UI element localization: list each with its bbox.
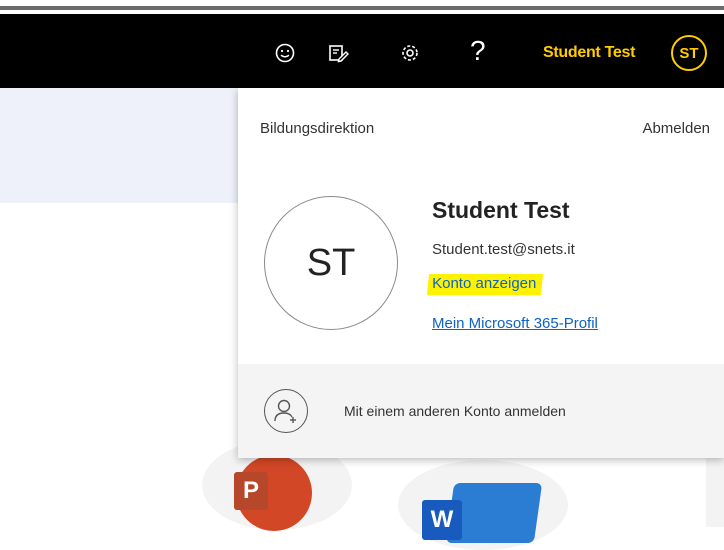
view-account-link[interactable]: Konto anzeigen xyxy=(426,274,544,295)
smiley-icon[interactable] xyxy=(270,38,300,68)
powerpoint-letter: P xyxy=(234,472,268,510)
gear-icon[interactable] xyxy=(395,38,425,68)
header-user-name[interactable]: Student Test xyxy=(543,44,635,62)
other-account-label: Mit einem anderen Konto anmelden xyxy=(344,403,566,419)
page-background-band xyxy=(0,88,240,203)
account-manager-panel: Bildungsdirektion Abmelden ST Student Te… xyxy=(238,88,724,458)
sign-out-link[interactable]: Abmelden xyxy=(642,120,710,137)
profile-email: Student.test@snets.it xyxy=(432,241,575,258)
window-top-edge xyxy=(0,0,724,4)
organization-name: Bildungsdirektion xyxy=(260,120,375,137)
word-letter: W xyxy=(422,500,462,540)
header-avatar[interactable]: ST xyxy=(671,35,707,71)
add-person-icon xyxy=(264,389,308,433)
feedback-icon[interactable] xyxy=(323,38,353,68)
profile-avatar: ST xyxy=(264,196,398,330)
profile-name: Student Test xyxy=(432,197,570,223)
microsoft-365-profile-link[interactable]: Mein Microsoft 365-Profil xyxy=(432,315,598,332)
top-navigation-bar: ? Student Test ST xyxy=(0,14,724,88)
window-border xyxy=(0,6,724,10)
view-account-link-label: Konto anzeigen xyxy=(432,275,537,292)
help-icon[interactable]: ? xyxy=(470,36,486,66)
other-account-row[interactable]: Mit einem anderen Konto anmelden xyxy=(238,364,724,458)
